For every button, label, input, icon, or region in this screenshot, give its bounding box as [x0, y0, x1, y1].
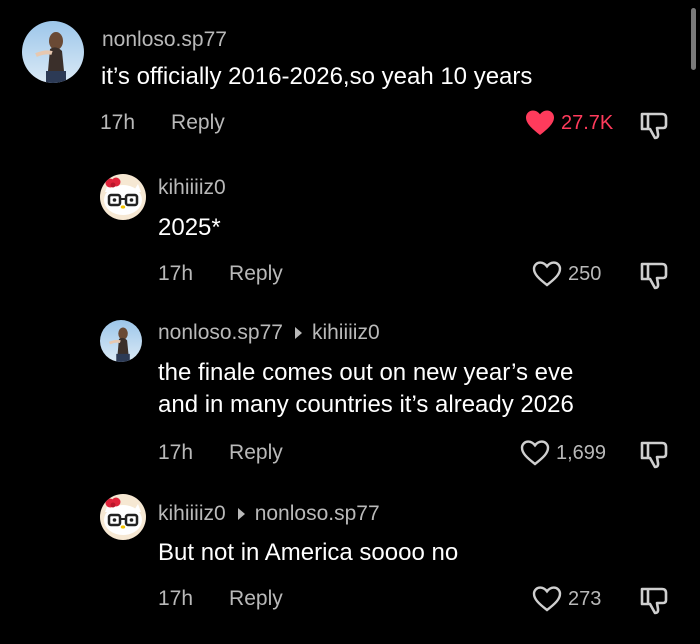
comment-text-line: But not in America soooo no — [158, 539, 459, 566]
comment-text-line: it’s officially 2016-2026,so yeah 10 yea… — [101, 63, 533, 90]
comment-author[interactable]: nonloso.sp77 — [102, 28, 227, 52]
hello-kitty-avatar — [100, 494, 146, 540]
thumbs-down-icon — [640, 112, 668, 140]
comment-meta: 17h Reply — [158, 587, 283, 611]
avatar[interactable] — [100, 494, 146, 540]
comment-time: 17h — [158, 441, 194, 464]
like-button[interactable]: 27.7K — [525, 109, 613, 137]
reply-to-username[interactable]: nonloso.sp77 — [255, 502, 380, 526]
reply-button[interactable]: Reply — [229, 441, 283, 465]
thumbs-down-icon — [640, 441, 668, 469]
comment-time: 17h — [158, 587, 194, 610]
heart-outline-icon — [532, 586, 562, 612]
avatar[interactable] — [22, 21, 84, 83]
like-count: 1,699 — [556, 441, 607, 464]
scrollbar[interactable] — [691, 8, 696, 70]
comment-text-line: the finale comes out on new year’s eve — [158, 359, 574, 386]
heart-outline-icon — [520, 440, 550, 466]
heart-outline-icon — [532, 261, 562, 287]
author-username[interactable]: kihiiiiz0 — [158, 176, 226, 200]
comment-text: 2025* — [158, 212, 221, 244]
comment-meta: 17h Reply — [100, 111, 225, 135]
dislike-button[interactable] — [638, 438, 670, 475]
thumbs-down-icon — [640, 262, 668, 290]
comment-text-line: 2025* — [158, 214, 221, 241]
reply-arrow-icon — [294, 327, 302, 339]
profile-photo-avatar — [22, 21, 84, 83]
author-username[interactable]: kihiiiiz0 — [158, 502, 226, 526]
like-button[interactable]: 1,699 — [520, 439, 606, 467]
comment-time: 17h — [100, 111, 136, 134]
avatar[interactable] — [100, 174, 146, 220]
like-button[interactable]: 250 — [532, 260, 601, 288]
thumbs-down-icon — [640, 587, 668, 615]
heart-filled-icon — [526, 110, 554, 135]
author-username[interactable]: nonloso.sp77 — [102, 28, 227, 52]
reply-button[interactable]: Reply — [229, 262, 283, 286]
comment-text-line: and in many countries it’s already 2026 — [158, 391, 574, 418]
dislike-button[interactable] — [638, 584, 670, 621]
avatar[interactable] — [100, 320, 142, 362]
reply-button[interactable]: Reply — [229, 587, 283, 611]
comment-text: But not in America soooo no — [158, 537, 458, 569]
reply-arrow-icon — [237, 508, 245, 520]
like-count: 273 — [568, 587, 602, 610]
comment-author: kihiiiiz0 nonloso.sp77 — [158, 502, 380, 526]
comment-text: it’s officially 2016-2026,so yeah 10 yea… — [101, 61, 532, 93]
profile-photo-avatar — [100, 320, 142, 362]
reply-to-username[interactable]: kihiiiiz0 — [312, 321, 380, 345]
like-count: 27.7K — [561, 111, 614, 134]
comment-time: 17h — [158, 262, 194, 285]
dislike-button[interactable] — [638, 109, 670, 146]
author-username[interactable]: nonloso.sp77 — [158, 321, 283, 345]
like-count: 250 — [568, 262, 602, 285]
reply-button[interactable]: Reply — [171, 111, 225, 135]
comment-text: the finale comes out on new year’s eve a… — [158, 357, 574, 421]
hello-kitty-avatar — [100, 174, 146, 220]
dislike-button[interactable] — [638, 259, 670, 296]
like-button[interactable]: 273 — [532, 585, 601, 613]
comment-author[interactable]: kihiiiiz0 — [158, 176, 226, 200]
comment-meta: 17h Reply — [158, 262, 283, 286]
comment-meta: 17h Reply — [158, 441, 283, 465]
comment-author: nonloso.sp77 kihiiiiz0 — [158, 321, 380, 345]
